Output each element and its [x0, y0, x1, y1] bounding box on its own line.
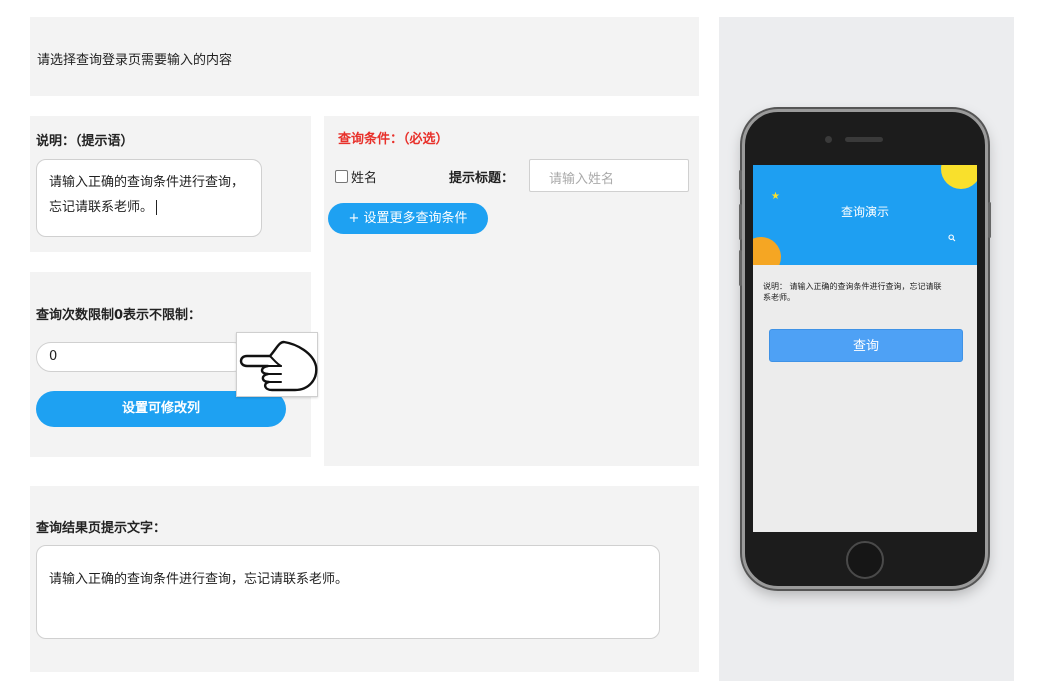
phone-frame: ★ 查询演示 说明： 请输入正确的查询条件进行查询，忘记请联系老师。 查询: [739, 109, 991, 589]
conditions-heading: 查询条件：（必选）: [338, 132, 449, 147]
description-heading: 说明：（提示语）: [36, 134, 134, 149]
phone-side-button: [739, 204, 742, 240]
description-panel: 说明：（提示语） 请输入正确的查询条件进行查询，忘记请联系老师。: [30, 116, 311, 252]
header-text: 请选择查询登录页需要输入的内容: [37, 53, 233, 68]
phone-preview-panel: ★ 查询演示 说明： 请输入正确的查询条件进行查询，忘记请联系老师。 查询: [719, 17, 1014, 681]
phone-side-button: [739, 250, 742, 286]
limit-input[interactable]: 0: [36, 342, 248, 372]
name-checkbox-row[interactable]: 姓名: [335, 167, 377, 186]
description-text: 请输入正确的查询条件进行查询，忘记请联系老师。: [49, 175, 245, 215]
sun-decoration: [941, 165, 977, 189]
limit-value: 0: [49, 349, 58, 364]
phone-camera: [825, 136, 832, 143]
orange-decoration: [753, 237, 781, 265]
result-panel: 查询结果页提示文字： 请输入正确的查询条件进行查询，忘记请联系老师。: [30, 486, 699, 672]
star-icon: ★: [771, 191, 780, 202]
prompt-title-placeholder: 请输入姓名: [549, 172, 615, 187]
phone-query-button[interactable]: 查询: [769, 329, 963, 362]
prompt-title-input[interactable]: 请输入姓名: [529, 159, 689, 192]
phone-home-button[interactable]: [846, 541, 884, 579]
add-more-conditions-button[interactable]: + 设置更多查询条件: [328, 203, 488, 234]
phone-title: 查询演示: [840, 205, 889, 219]
name-checkbox[interactable]: [335, 170, 348, 183]
text-caret: [156, 200, 158, 215]
prompt-title-label: 提示标题：: [449, 171, 515, 186]
phone-banner: ★ 查询演示: [753, 165, 977, 265]
result-textarea[interactable]: 请输入正确的查询条件进行查询，忘记请联系老师。: [36, 545, 660, 639]
result-text: 请输入正确的查询条件进行查询，忘记请联系老师。: [49, 572, 349, 587]
phone-side-button: [988, 202, 991, 238]
phone-speaker: [845, 137, 883, 142]
name-checkbox-label: 姓名: [351, 171, 378, 186]
description-textarea[interactable]: 请输入正确的查询条件进行查询，忘记请联系老师。: [36, 159, 262, 237]
header-panel: 请选择查询登录页需要输入的内容: [30, 17, 699, 96]
search-icon[interactable]: [948, 231, 956, 242]
phone-description: 说明： 请输入正确的查询条件进行查询，忘记请联系老师。: [763, 282, 942, 302]
hand-pointer-icon: [236, 332, 318, 397]
phone-screen: ★ 查询演示 说明： 请输入正确的查询条件进行查询，忘记请联系老师。 查询: [753, 165, 977, 532]
phone-side-button: [739, 170, 742, 190]
conditions-panel: 查询条件：（必选） 姓名 提示标题： 请输入姓名 + 设置更多查询条件: [324, 116, 699, 466]
result-heading: 查询结果页提示文字：: [36, 521, 167, 536]
limit-heading: 查询次数限制0表示不限制：: [36, 308, 202, 323]
